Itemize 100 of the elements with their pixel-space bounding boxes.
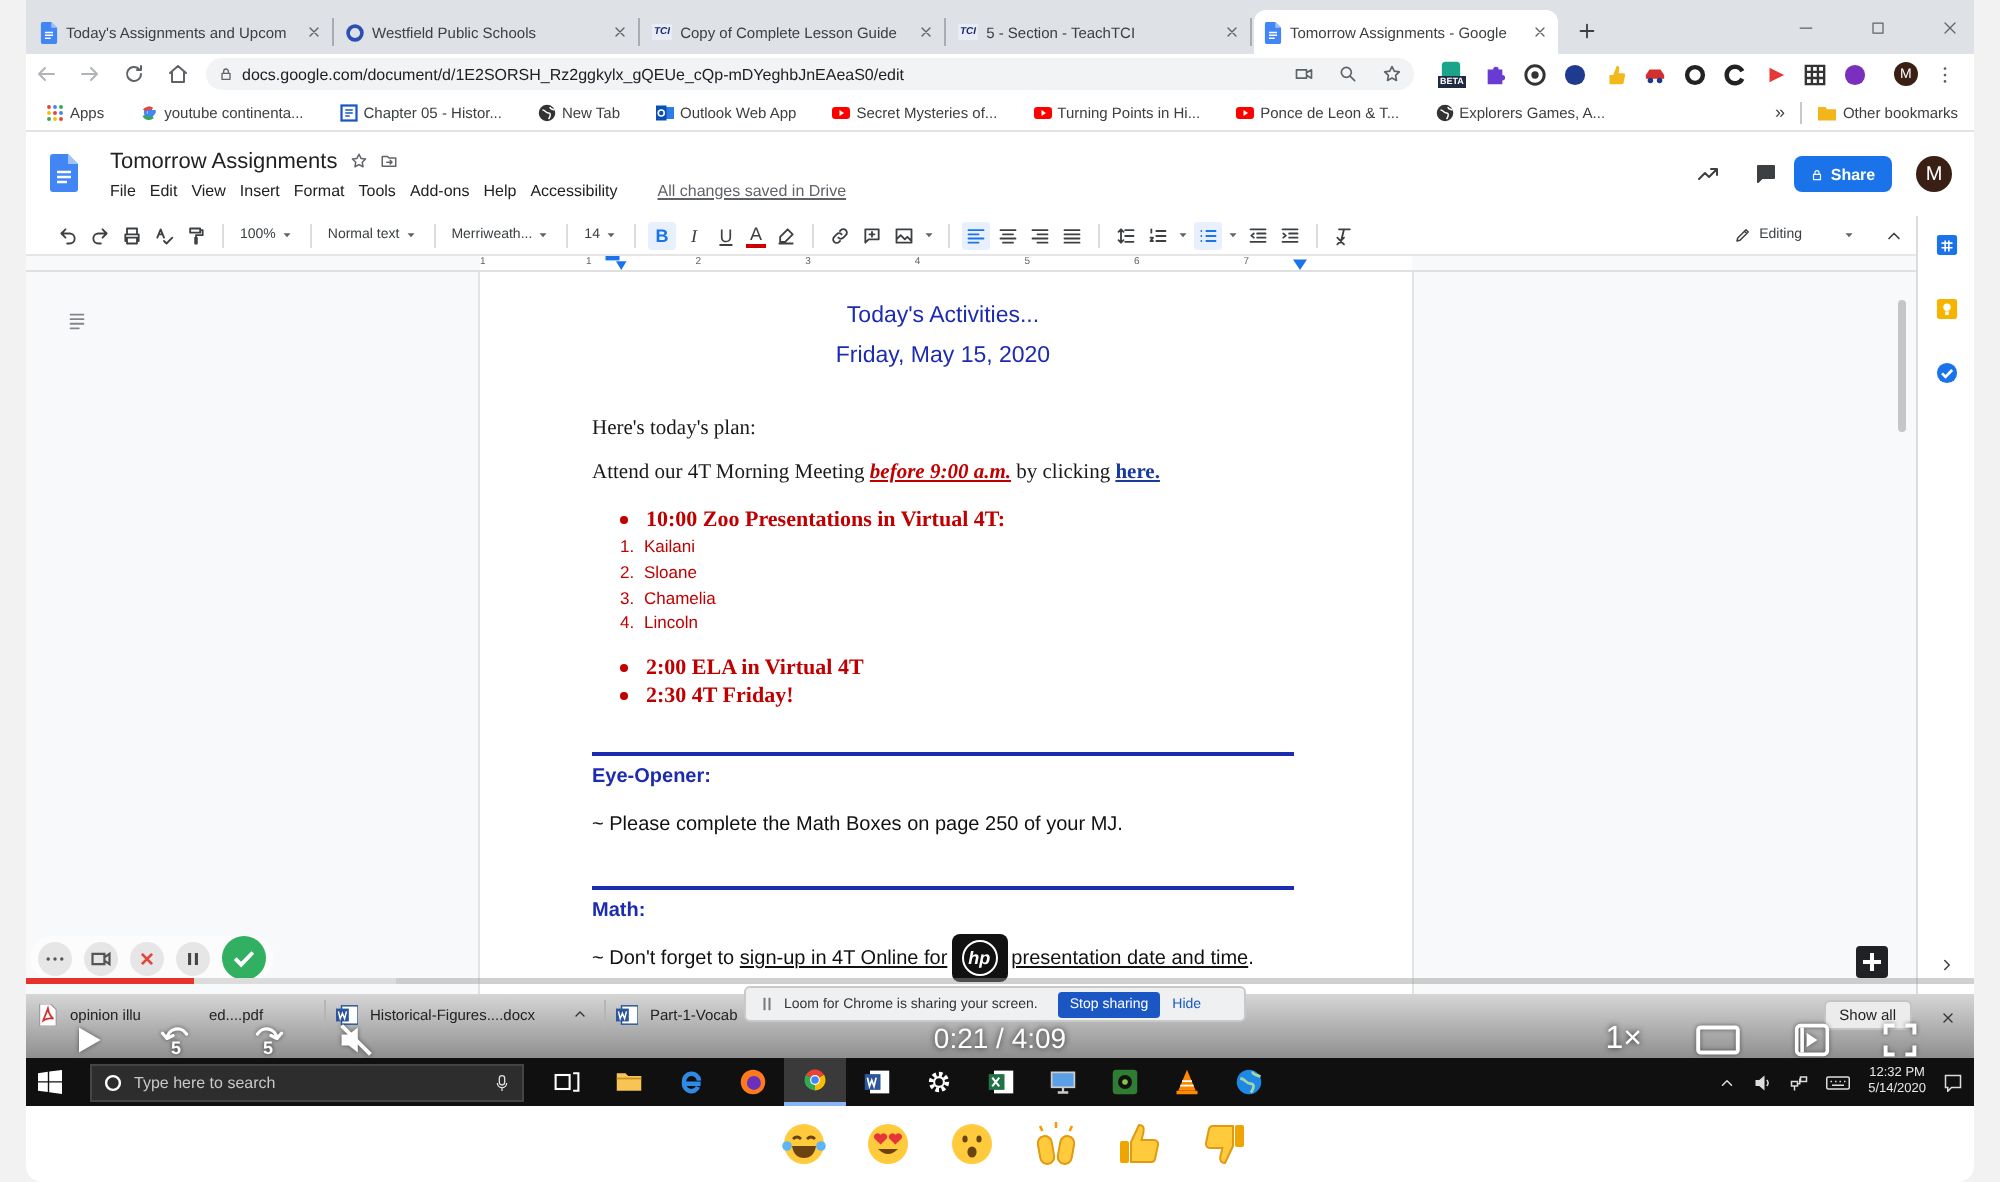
menu-item[interactable]: Edit	[149, 181, 178, 199]
section-text: presentation date and time.	[1011, 945, 1254, 974]
align-left-icon[interactable]	[961, 221, 990, 249]
caret-icon[interactable]	[1175, 228, 1190, 242]
list-number: 3.	[620, 587, 637, 608]
star-icon[interactable]	[1382, 64, 1402, 84]
caret-icon[interactable]	[1225, 228, 1240, 242]
text-color-button[interactable]: A	[743, 223, 768, 247]
video-play-icon	[1236, 103, 1255, 121]
more-icon[interactable]	[38, 941, 72, 975]
caret-icon[interactable]	[921, 228, 936, 242]
bulleted-list-icon[interactable]	[1193, 221, 1222, 249]
calendar-icon[interactable]	[1935, 234, 1957, 256]
browser-icon[interactable]	[784, 1058, 846, 1106]
address-field[interactable]: docs.google.com/document/d/1E2SORSH_Rz2ggkylx_gQEUe_cQp-mDYeghbJnEAeaS0/edit	[206, 58, 1414, 90]
outline-icon[interactable]	[66, 310, 88, 332]
menu-item[interactable]: Format	[293, 181, 345, 199]
scrollbar-thumb[interactable]	[1898, 300, 1906, 432]
maximize-icon[interactable]	[1868, 17, 1888, 37]
comment-icon[interactable]	[1754, 162, 1778, 186]
star-icon[interactable]	[349, 152, 368, 170]
close-icon[interactable]	[1940, 17, 1960, 37]
menu-item[interactable]: Tools	[358, 181, 396, 199]
indent-marker-icon[interactable]	[604, 256, 628, 270]
video-camera-icon[interactable]	[1294, 64, 1314, 84]
logo-badge: hp	[951, 933, 1008, 982]
home-icon[interactable]	[166, 62, 190, 86]
cancel-icon[interactable]	[130, 941, 164, 975]
muted-speaker-icon[interactable]	[338, 1022, 374, 1058]
menu-item[interactable]: Insert	[239, 181, 280, 199]
document-logo-icon[interactable]	[50, 153, 78, 191]
close-icon[interactable]	[612, 24, 628, 40]
chevron-up-icon[interactable]	[572, 1006, 588, 1022]
share-button[interactable]: Share	[1794, 156, 1892, 192]
circle-icon	[104, 1073, 122, 1091]
search-field[interactable]: Type here to search	[90, 1063, 524, 1101]
surprised-face-icon[interactable]	[948, 1120, 996, 1168]
bold-button[interactable]: B	[647, 221, 676, 249]
menu-item[interactable]: View	[191, 181, 226, 199]
schedule-item: 2:00 ELA in Virtual 4T	[646, 653, 864, 682]
signup-link[interactable]: sign-up in 4T Online for	[739, 947, 948, 970]
square-icon[interactable]	[1440, 60, 1463, 82]
lock-icon	[1810, 167, 1825, 181]
circle-icon[interactable]	[1563, 63, 1586, 85]
underline-button[interactable]: U	[711, 221, 740, 249]
menu-item[interactable]: File	[110, 181, 136, 199]
heart-eyes-face-icon[interactable]	[864, 1120, 912, 1168]
plus-tile-icon[interactable]	[1856, 946, 1888, 978]
close-icon[interactable]	[918, 24, 934, 40]
schedule-item: 2:30 4T Friday!	[646, 681, 794, 710]
aperture-icon[interactable]	[1523, 63, 1546, 85]
check-icon[interactable]	[222, 936, 266, 980]
camera-icon[interactable]	[84, 941, 118, 975]
apps-grid-icon	[46, 103, 64, 121]
student-name: Kailani	[644, 536, 696, 557]
circle-icon[interactable]	[1843, 63, 1866, 85]
theater-mode-icon[interactable]	[1694, 1022, 1742, 1058]
here-link[interactable]: here.	[1115, 462, 1160, 484]
presentation-link[interactable]: presentation date and time	[1011, 947, 1249, 970]
account-avatar[interactable]: M	[1916, 156, 1952, 192]
menu-item[interactable]: Add-ons	[409, 181, 470, 199]
pause-icon[interactable]	[176, 941, 210, 975]
notification-icon[interactable]	[1944, 1073, 1962, 1091]
intro-text: Here's today's plan:	[592, 416, 758, 444]
task-check-icon[interactable]	[1935, 362, 1957, 384]
microphone-icon[interactable]	[494, 1073, 510, 1091]
reload-icon[interactable]	[122, 62, 146, 86]
trend-icon[interactable]	[1696, 162, 1720, 186]
word-file-icon	[616, 1003, 638, 1025]
progress-track[interactable]	[26, 978, 1974, 984]
menu-item[interactable]: Accessibility	[530, 181, 618, 199]
sidebar-play-icon[interactable]	[1794, 1022, 1830, 1058]
laughing-face-icon[interactable]	[780, 1120, 828, 1168]
section-heading: Math:	[592, 897, 648, 926]
student-name: Lincoln	[644, 612, 698, 633]
close-icon[interactable]	[1532, 24, 1548, 40]
arc-icon[interactable]	[1723, 63, 1746, 85]
keyboard-icon[interactable]	[1826, 1073, 1851, 1091]
ring-icon[interactable]	[1683, 63, 1706, 85]
menu-item[interactable]: Help	[483, 181, 517, 199]
thumbs-down-icon[interactable]	[1200, 1120, 1248, 1168]
close-icon[interactable]	[306, 24, 322, 40]
plus-icon[interactable]	[1576, 20, 1598, 42]
caret-icon	[279, 228, 294, 242]
windows-logo-icon[interactable]	[38, 1070, 62, 1094]
network-icon[interactable]	[1790, 1073, 1809, 1091]
more-bookmarks-button[interactable]: »	[1774, 102, 1785, 122]
magnifier-icon[interactable]	[1338, 64, 1358, 84]
pdf-file-icon	[36, 1003, 58, 1025]
fullscreen-icon[interactable]	[1882, 1022, 1918, 1058]
folder-icon[interactable]	[379, 152, 398, 170]
puzzle-icon[interactable]	[1483, 63, 1506, 85]
thumbs-up-icon[interactable]	[1116, 1120, 1164, 1168]
speaker-icon[interactable]	[1754, 1073, 1773, 1091]
italic-button[interactable]: I	[679, 221, 708, 249]
close-icon[interactable]	[1224, 24, 1240, 40]
document-title[interactable]: Tomorrow Assignments	[110, 149, 338, 173]
grid-icon[interactable]	[1803, 63, 1826, 85]
close-icon[interactable]	[1940, 1010, 1956, 1026]
save-status-link[interactable]: All changes saved in Drive	[657, 181, 847, 199]
